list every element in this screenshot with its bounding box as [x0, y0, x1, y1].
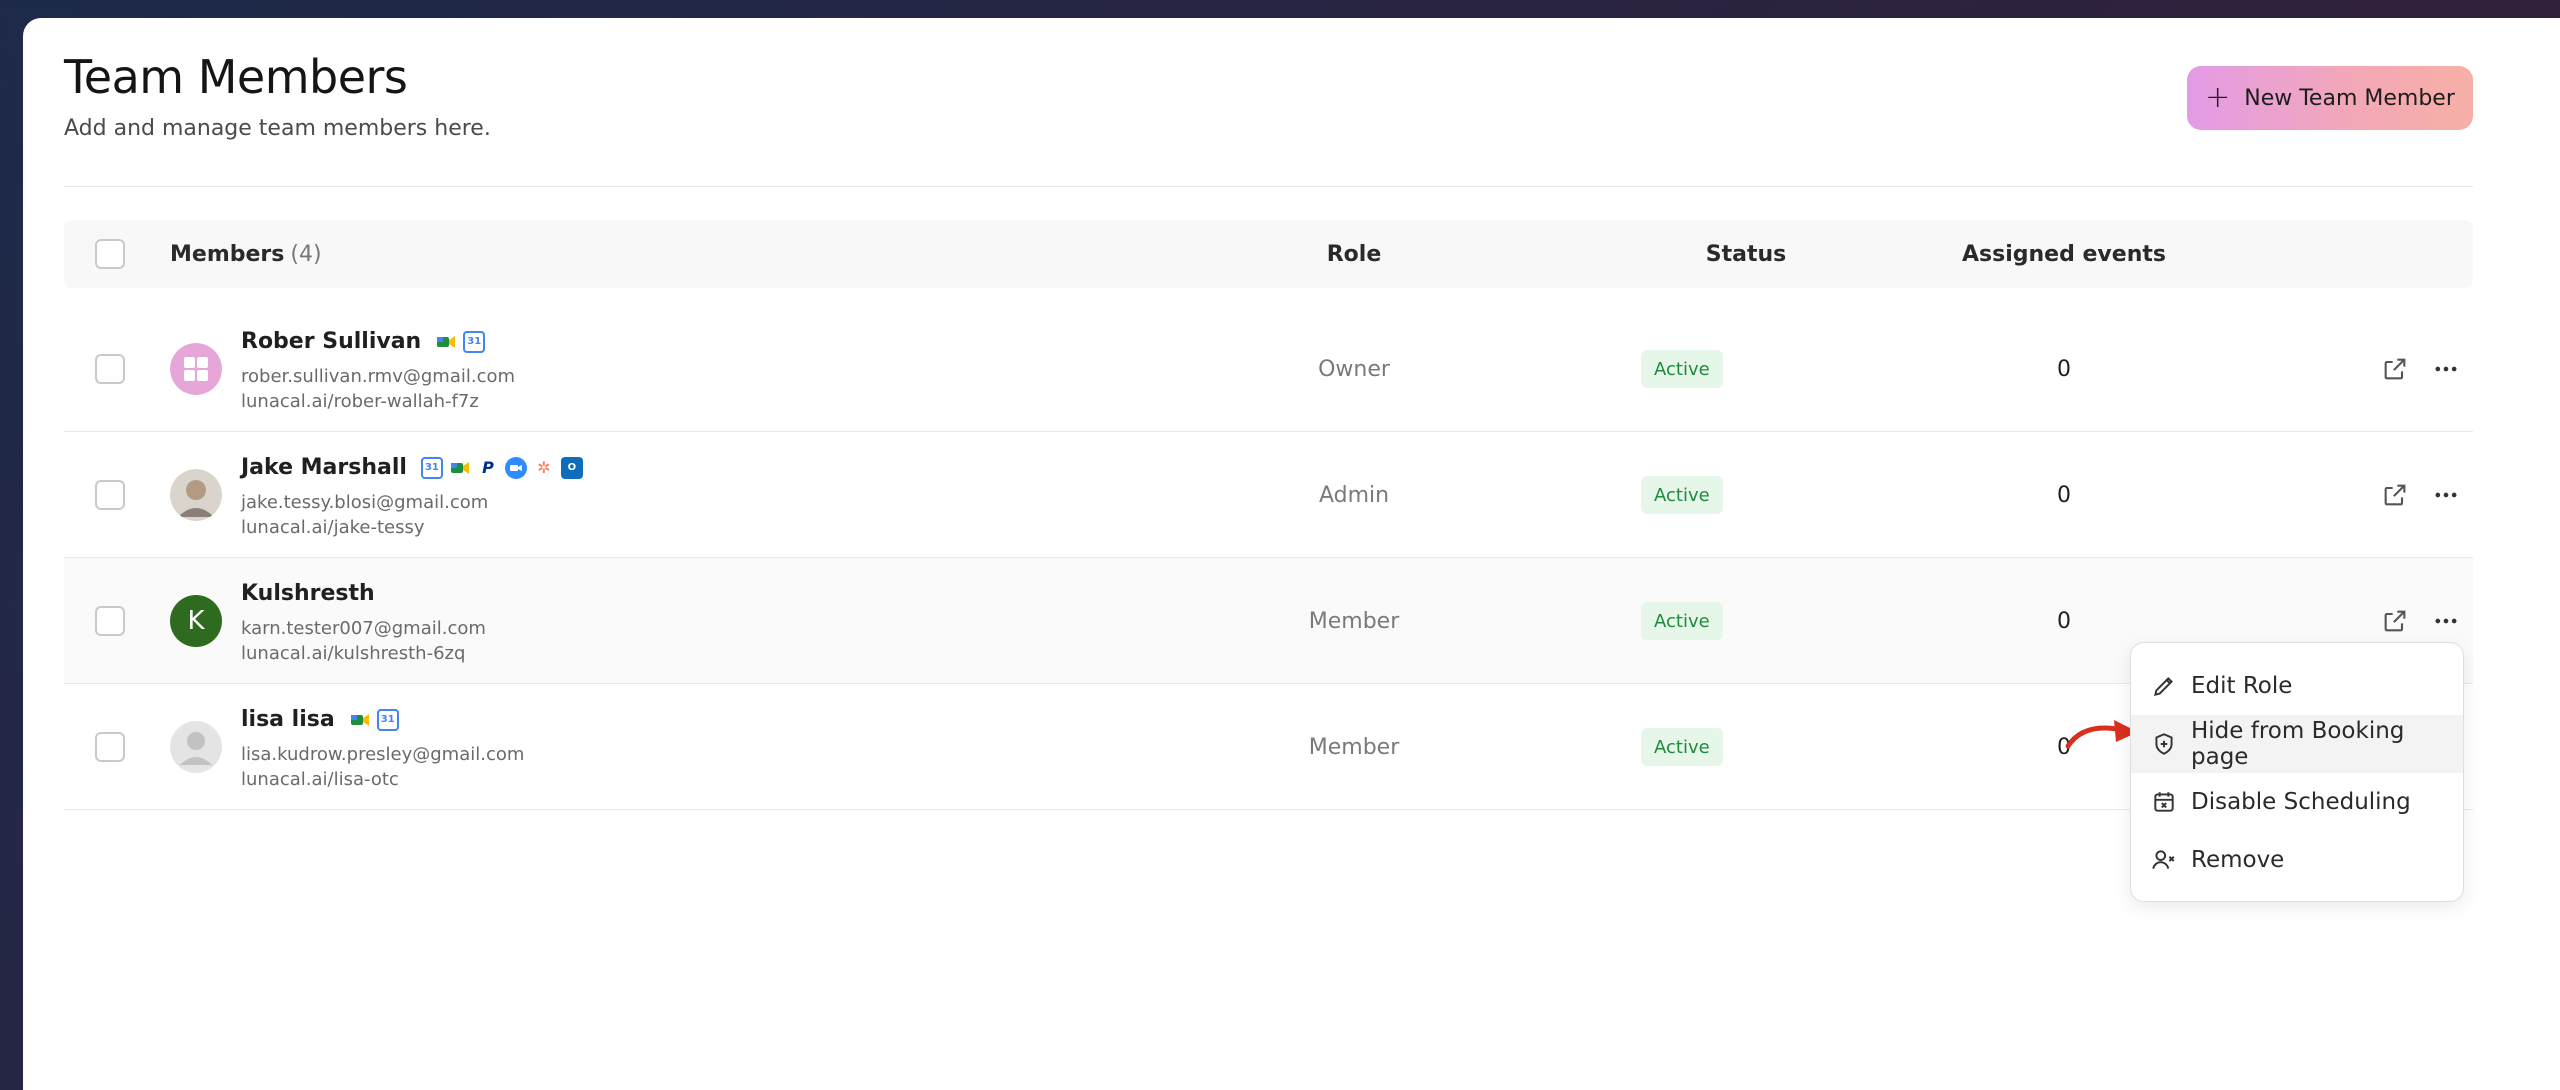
menu-item-remove[interactable]: Remove: [2131, 831, 2463, 889]
member-email: jake.tessy.blosi@gmail.com: [241, 492, 489, 513]
member-role: Member: [1308, 608, 1400, 634]
member-link[interactable]: lunacal.ai/jake-tessy: [241, 517, 425, 538]
member-role: Owner: [1318, 356, 1390, 382]
calendar-x-icon: [2154, 792, 2174, 812]
avatar: K: [170, 595, 222, 647]
table-row: Rober Sullivan 31 rober.sullivan.rmv@gma…: [64, 306, 2473, 432]
member-link[interactable]: lunacal.ai/rober-wallah-f7z: [241, 391, 479, 412]
member-name: Jake Marshall 31 P ✲ O: [241, 455, 583, 480]
open-external-icon[interactable]: [2381, 607, 2409, 635]
google-calendar-icon: 31: [376, 708, 399, 731]
menu-item-label: Hide from Booking page: [2191, 718, 2405, 770]
more-options-icon[interactable]: [2432, 355, 2460, 383]
row-context-menu: Edit Role Hide from Booking page Disable…: [2130, 642, 2464, 902]
table-row: Jake Marshall 31 P ✲ O jake.tessy.blosi@…: [64, 432, 2473, 558]
more-options-icon[interactable]: [2432, 607, 2460, 635]
page-subtitle: Add and manage team members here.: [64, 116, 491, 141]
google-meet-icon: [448, 456, 471, 479]
member-name-text: lisa lisa: [241, 707, 335, 732]
header-divider: [64, 186, 2473, 187]
member-name-text: Rober Sullivan: [241, 329, 422, 354]
member-name-text: Jake Marshall: [241, 455, 407, 480]
column-status: Status: [1705, 241, 1787, 267]
member-email: lisa.kudrow.presley@gmail.com: [241, 744, 525, 765]
row-checkbox[interactable]: [95, 480, 125, 510]
google-calendar-icon: 31: [463, 330, 486, 353]
select-all-checkbox[interactable]: [95, 239, 125, 269]
hubspot-icon: ✲: [532, 456, 555, 479]
member-link[interactable]: lunacal.ai/kulshresth-6zq: [241, 643, 465, 664]
row-checkbox[interactable]: [95, 732, 125, 762]
google-calendar-icon: 31: [420, 456, 443, 479]
page-title: Team Members: [64, 50, 408, 104]
select-all-wrap: [95, 220, 125, 288]
outlook-icon: O: [560, 456, 583, 479]
menu-item-disable-scheduling[interactable]: Disable Scheduling: [2131, 773, 2463, 831]
google-meet-icon: [435, 330, 458, 353]
avatar: [170, 343, 222, 395]
table-header: Members (4) Role Status Assigned events: [64, 220, 2473, 288]
new-team-member-label: New Team Member: [2244, 85, 2455, 111]
row-checkbox[interactable]: [95, 354, 125, 384]
open-external-icon[interactable]: [2381, 481, 2409, 509]
table-row: K Kulshresth karn.tester007@gmail.com lu…: [64, 558, 2473, 684]
status-badge: Active: [1641, 350, 1723, 388]
member-email: rober.sullivan.rmv@gmail.com: [241, 366, 516, 387]
column-role: Role: [1326, 241, 1382, 267]
assigned-events-count: 0: [2057, 356, 2071, 382]
assigned-events-count: 0: [2057, 608, 2071, 634]
shield-icon: [2155, 733, 2173, 755]
row-checkbox[interactable]: [95, 606, 125, 636]
status-badge: Active: [1641, 728, 1723, 766]
member-role: Member: [1308, 734, 1400, 760]
paypal-icon: P: [476, 456, 499, 479]
member-name: Rober Sullivan 31: [241, 329, 486, 354]
member-name: lisa lisa 31: [241, 707, 399, 732]
member-role: Admin: [1318, 482, 1390, 508]
status-badge: Active: [1641, 602, 1723, 640]
zoom-icon: [504, 456, 527, 479]
status-badge: Active: [1641, 476, 1723, 514]
menu-item-label: Disable Scheduling: [2191, 789, 2411, 815]
menu-item-label: Edit Role: [2191, 673, 2293, 699]
pencil-icon: [2153, 677, 2173, 697]
plus-icon: +: [2205, 80, 2231, 115]
members-count: (4): [290, 241, 322, 267]
assigned-events-count: 0: [2057, 482, 2071, 508]
avatar: [170, 721, 222, 773]
new-team-member-button[interactable]: + New Team Member: [2187, 66, 2473, 130]
menu-item-edit-role[interactable]: Edit Role: [2131, 657, 2463, 715]
member-name-text: Kulshresth: [241, 581, 375, 606]
member-name: Kulshresth: [241, 581, 375, 606]
column-members: Members (4): [170, 220, 322, 288]
column-members-label: Members: [170, 241, 285, 267]
more-options-icon[interactable]: [2432, 481, 2460, 509]
member-email: karn.tester007@gmail.com: [241, 618, 486, 639]
open-external-icon[interactable]: [2381, 355, 2409, 383]
google-meet-icon: [348, 708, 371, 731]
member-link[interactable]: lunacal.ai/lisa-otc: [241, 769, 399, 790]
menu-item-label: Remove: [2191, 847, 2285, 873]
menu-item-hide-from-booking[interactable]: Hide from Booking page: [2131, 715, 2463, 773]
column-assigned-events: Assigned events: [1962, 241, 2166, 267]
user-remove-icon: [2152, 850, 2175, 869]
avatar: [170, 469, 222, 521]
